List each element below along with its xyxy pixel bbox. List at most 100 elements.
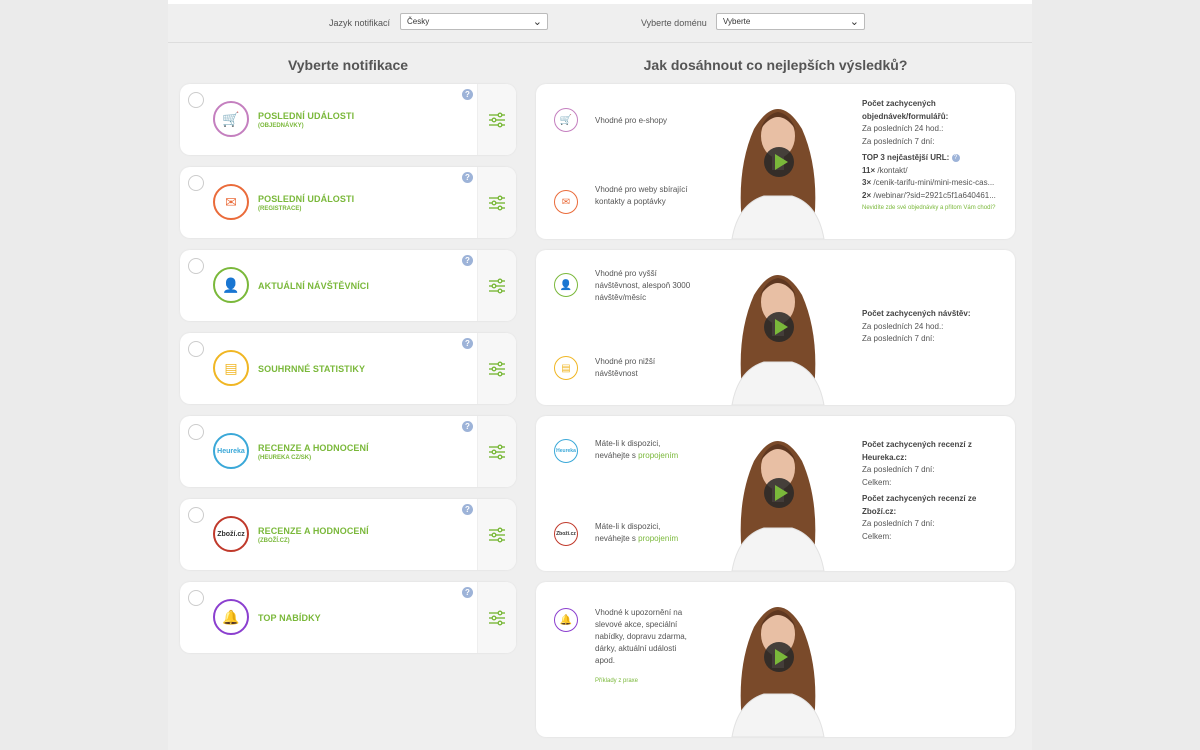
cart-icon: 🛒 xyxy=(554,108,578,132)
video-thumbnail[interactable] xyxy=(724,250,832,405)
stats-line: Za posledních 24 hod.: xyxy=(862,321,944,331)
orders-help-link[interactable]: Nevidíte zde své objednávky a přitom Vám… xyxy=(862,204,1012,213)
settings-button[interactable] xyxy=(477,84,516,155)
notification-title: RECENZE A HODNOCENÍ xyxy=(258,443,369,453)
help-icon[interactable]: ? xyxy=(951,153,960,162)
domain-label: Vyberte doménu xyxy=(641,18,707,28)
visitor-icon: 👤 xyxy=(213,267,249,303)
settings-button[interactable] xyxy=(477,167,516,238)
guide-text: Vhodné pro vyšší návštěvnost, alespoň 30… xyxy=(595,269,691,302)
notification-card-visitors[interactable]: 👤 AKTUÁLNÍ NÁVŠTĚVNÍCI ? xyxy=(180,250,516,321)
help-icon[interactable]: ? xyxy=(462,504,473,515)
stats-line: Celkem: xyxy=(862,477,892,487)
guide-text: Vhodné pro nižší návštěvnost xyxy=(595,357,656,378)
help-icon[interactable]: ? xyxy=(462,338,473,349)
notification-subtitle: (REGISTRACE) xyxy=(258,206,302,212)
chevron-down-icon: ⌄ xyxy=(532,16,542,28)
results-heading: Jak dosáhnout co nejlepších výsledků? xyxy=(643,57,908,73)
notification-card-orders[interactable]: 🛒 POSLEDNÍ UDÁLOSTI (OBJEDNÁVKY) ? xyxy=(180,84,516,155)
bell-icon: 🔔 xyxy=(213,599,249,635)
zbozi-logo-text: Zboží.cz xyxy=(217,530,245,538)
select-radio[interactable] xyxy=(188,507,204,523)
url-count: 2× xyxy=(862,190,872,200)
heureka-logo-icon: Heureka xyxy=(213,433,249,469)
connect-link[interactable]: propojením xyxy=(638,534,678,543)
domain-select-value: Vyberte xyxy=(723,17,751,26)
stats-heading: Počet zachycených recenzí z Heureka.cz: xyxy=(862,440,972,462)
notification-card-zbozi[interactable]: Zboží.cz RECENZE A HODNOCENÍ (ZBOŽÍ.CZ) … xyxy=(180,499,516,570)
sliders-icon xyxy=(489,527,505,542)
stats-line: Za posledních 7 dní: xyxy=(862,334,935,343)
select-radio[interactable] xyxy=(188,590,204,606)
stats-line: Za posledních 7 dní: xyxy=(862,136,935,146)
guide-card-offers: 🔔 Vhodné k upozornění na slevové akce, s… xyxy=(536,582,1015,737)
guide-text: Máte-li k dispozici, neváhejte s propoje… xyxy=(595,438,695,462)
visitors-stats: Počet zachycených návštěv: Za posledních… xyxy=(862,308,1012,346)
notification-card-heureka[interactable]: Heureka RECENZE A HODNOCENÍ (HEUREKA CZ/… xyxy=(180,416,516,487)
domain-select[interactable]: Vyberte ⌄ xyxy=(716,13,865,30)
sliders-icon xyxy=(489,278,505,293)
help-icon[interactable]: ? xyxy=(462,255,473,266)
notification-card-offers[interactable]: 🔔 TOP NABÍDKY ? xyxy=(180,582,516,653)
sliders-icon xyxy=(489,112,505,127)
settings-button[interactable] xyxy=(477,499,516,570)
select-radio[interactable] xyxy=(188,424,204,440)
stats-heading: TOP 3 nejčastější URL: xyxy=(862,153,950,162)
sliders-icon xyxy=(489,610,505,625)
stats-icon: ▤ xyxy=(213,350,249,386)
help-icon[interactable]: ? xyxy=(462,89,473,100)
url-count: 3× xyxy=(862,178,872,187)
play-icon[interactable] xyxy=(764,147,794,177)
settings-button[interactable] xyxy=(477,416,516,487)
examples-link[interactable]: Příklady z praxe xyxy=(595,678,638,684)
help-icon[interactable]: ? xyxy=(462,421,473,432)
heureka-logo-text: Heureka xyxy=(556,448,576,454)
guide-text: Vhodné k upozornění na slevové akce, spe… xyxy=(595,608,687,665)
envelope-icon: ✉ xyxy=(213,184,249,220)
settings-button[interactable] xyxy=(477,250,516,321)
notification-title: POSLEDNÍ UDÁLOSTI xyxy=(258,194,355,204)
sliders-icon xyxy=(489,361,505,376)
settings-button[interactable] xyxy=(477,582,516,653)
select-radio[interactable] xyxy=(188,258,204,274)
zbozi-logo-icon: Zboží.cz xyxy=(554,522,578,546)
stats-icon: ▤ xyxy=(554,356,578,380)
notification-card-registrations[interactable]: ✉ POSLEDNÍ UDÁLOSTI (REGISTRACE) ? xyxy=(180,167,516,238)
video-thumbnail[interactable] xyxy=(724,416,832,571)
play-icon[interactable] xyxy=(764,642,794,672)
stats-line: Za posledních 7 dní: xyxy=(862,465,935,474)
language-select[interactable]: Česky ⌄ xyxy=(400,13,548,30)
filter-bar: Jazyk notifikací Česky ⌄ Vyberte doménu … xyxy=(168,4,1032,43)
select-radio[interactable] xyxy=(188,92,204,108)
play-icon[interactable] xyxy=(764,478,794,508)
guide-card-reviews: Heureka Máte-li k dispozici, neváhejte s… xyxy=(536,416,1015,571)
zbozi-logo-text: Zboží.cz xyxy=(556,531,576,537)
connect-link[interactable]: propojením xyxy=(638,451,678,460)
notification-subtitle: (HEUREKA CZ/SK) xyxy=(258,455,312,461)
orders-stats: Počet zachycených objednávek/formulářů: … xyxy=(862,98,1012,213)
zbozi-logo-icon: Zboží.cz xyxy=(213,516,249,552)
video-thumbnail[interactable] xyxy=(724,84,832,239)
play-icon[interactable] xyxy=(764,312,794,342)
language-select-value: Česky xyxy=(407,17,430,26)
select-radio[interactable] xyxy=(188,341,204,357)
stats-heading: Počet zachycených recenzí ze Zboží.cz: xyxy=(862,494,977,516)
stats-line: Za posledních 24 hod.: xyxy=(862,124,944,133)
reviews-stats: Počet zachycených recenzí z Heureka.cz: … xyxy=(862,439,1012,543)
notification-subtitle: (ZBOŽÍ.CZ) xyxy=(258,538,290,544)
guide-card-visitors: 👤 Vhodné pro vyšší návštěvnost, alespoň … xyxy=(536,250,1015,405)
video-thumbnail[interactable] xyxy=(724,582,832,737)
stats-heading: Počet zachycených návštěv: xyxy=(862,309,971,318)
notification-card-statistics[interactable]: ▤ SOUHRNNÉ STATISTIKY ? xyxy=(180,333,516,404)
sliders-icon xyxy=(489,444,505,459)
envelope-icon: ✉ xyxy=(554,190,578,214)
settings-button[interactable] xyxy=(477,333,516,404)
select-radio[interactable] xyxy=(188,175,204,191)
heureka-logo-text: Heureka xyxy=(217,447,245,455)
help-icon[interactable]: ? xyxy=(462,172,473,183)
bell-icon: 🔔 xyxy=(554,608,578,632)
help-icon[interactable]: ? xyxy=(462,587,473,598)
guide-text: Vhodné pro e-shopy xyxy=(595,116,668,125)
guide-text: Máte-li k dispozici, neváhejte s propoje… xyxy=(595,521,695,545)
notification-title: POSLEDNÍ UDÁLOSTI xyxy=(258,111,355,121)
